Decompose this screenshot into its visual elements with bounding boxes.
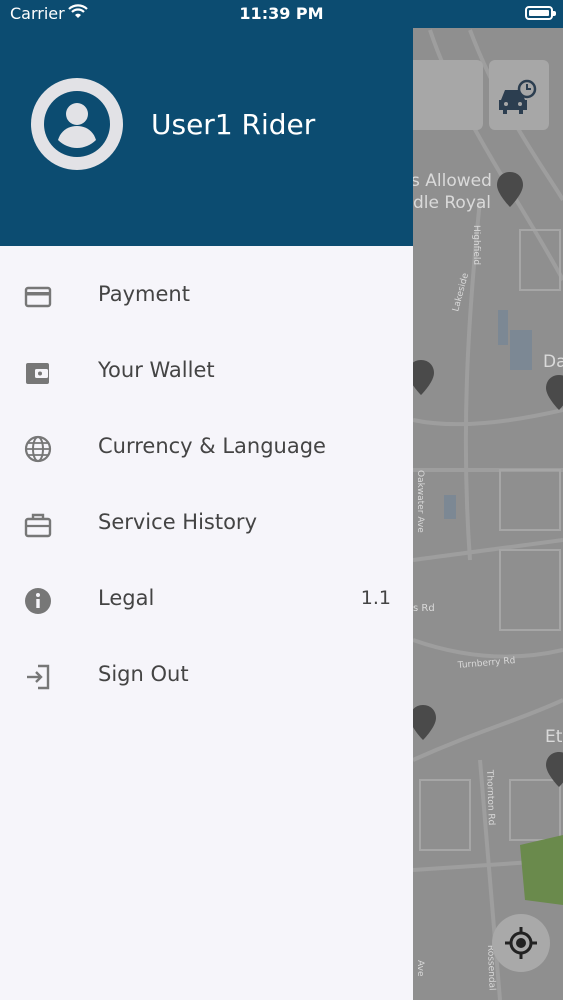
map-label-highfield: Highfield	[471, 225, 481, 265]
map-label-da: Da	[543, 352, 563, 372]
clock: 11:39 PM	[239, 4, 324, 23]
briefcase-icon	[24, 513, 52, 538]
drawer-menu: Payment Your Wallet Currency & Language	[0, 258, 413, 714]
user-name: User1 Rider	[151, 108, 316, 141]
drawer-header: User1 Rider	[0, 0, 413, 246]
locate-me-button[interactable]	[492, 914, 550, 972]
menu-label: Sign Out	[98, 662, 189, 686]
car-clock-icon	[499, 79, 537, 114]
sign-out-icon	[27, 664, 50, 690]
map-label-rd: s Rd	[413, 603, 435, 614]
globe-icon	[24, 435, 52, 463]
menu-label: Your Wallet	[98, 358, 215, 382]
status-bar: Carrier 11:39 PM	[0, 0, 563, 28]
map-search-box[interactable]	[413, 60, 483, 130]
map-label-et: Et	[545, 727, 563, 747]
avatar-icon[interactable]	[31, 78, 123, 170]
menu-label: Payment	[98, 282, 190, 306]
wallet-icon	[26, 363, 49, 384]
navigation-drawer: User1 Rider Payment Your Wallet Currency…	[0, 0, 413, 1000]
menu-item-sign-out[interactable]: Sign Out	[0, 638, 413, 714]
map-label-allowed: s Allowed	[411, 171, 492, 191]
map-label-ave: Ave	[415, 960, 425, 977]
crosshair-icon	[505, 927, 537, 959]
menu-item-wallet[interactable]: Your Wallet	[0, 334, 413, 410]
map-label-royal: dle Royal	[413, 193, 491, 213]
menu-label: Service History	[98, 510, 257, 534]
menu-item-currency-language[interactable]: Currency & Language	[0, 410, 413, 486]
menu-item-payment[interactable]: Payment	[0, 258, 413, 334]
legal-version: 1.1	[360, 587, 391, 609]
credit-card-icon	[24, 286, 52, 308]
menu-label: Legal	[98, 586, 155, 610]
map-label-oakwater: Oakwater Ave	[415, 470, 425, 533]
menu-item-service-history[interactable]: Service History	[0, 486, 413, 562]
menu-item-legal[interactable]: Legal 1.1	[0, 562, 413, 638]
map-label-thornton: Thornton Rd	[484, 769, 496, 826]
battery-icon	[525, 6, 556, 20]
menu-label: Currency & Language	[98, 434, 326, 458]
info-icon	[25, 588, 51, 614]
schedule-ride-button[interactable]	[489, 60, 549, 130]
